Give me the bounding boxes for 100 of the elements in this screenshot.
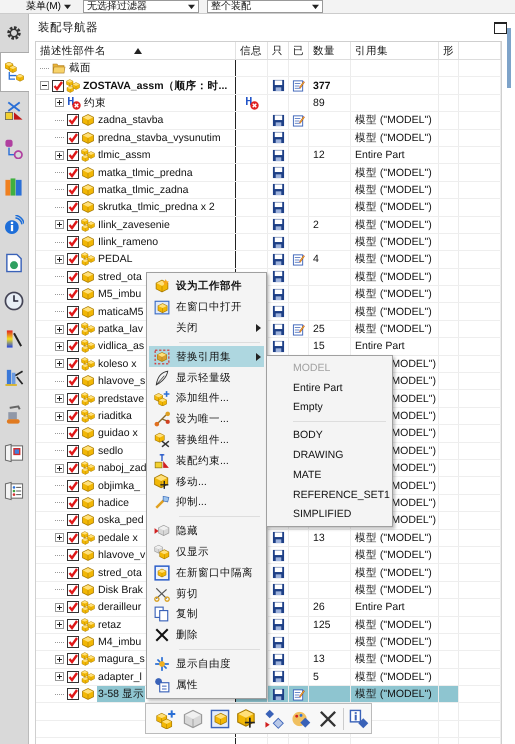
part-name[interactable]: matka_tlmic_predna <box>97 164 194 181</box>
menu-item[interactable]: Entire Part <box>269 378 390 398</box>
filter-dropdown[interactable]: 整个装配 <box>207 0 323 13</box>
menu-item[interactable]: 添加组件... <box>149 388 264 409</box>
menu-item[interactable]: 显示轻量级 <box>149 367 264 388</box>
table-row[interactable]: ZOSTAVA_assm（顺序：时... 377 <box>36 77 501 95</box>
checkbox[interactable] <box>67 184 79 196</box>
expand-toggle[interactable] <box>55 464 64 473</box>
expand-toggle[interactable] <box>55 254 64 264</box>
part-name[interactable]: 约束 <box>83 94 107 112</box>
menu-item[interactable]: 抑制... <box>149 492 264 513</box>
checkbox[interactable] <box>67 132 79 144</box>
expand-toggle[interactable] <box>55 342 64 351</box>
expand-toggle[interactable] <box>55 602 64 612</box>
part-name[interactable]: ZOSTAVA_assm（顺序：时... <box>82 77 228 94</box>
part-name[interactable]: stred_ota <box>97 268 143 286</box>
expand-toggle[interactable] <box>40 81 49 90</box>
column-header[interactable]: 形 <box>439 42 459 59</box>
part-name[interactable]: Disk Brak <box>97 582 144 598</box>
expand-toggle[interactable] <box>55 533 64 542</box>
checkbox[interactable] <box>67 462 79 474</box>
checkbox[interactable] <box>67 618 79 631</box>
table-row[interactable]: PEDAL 4 模型 ("MODEL") <box>36 251 501 269</box>
part-name[interactable]: magura_s <box>97 651 146 668</box>
checkbox[interactable] <box>67 496 79 509</box>
part-name[interactable]: M5_imbu <box>97 286 142 302</box>
checkbox[interactable] <box>67 392 79 405</box>
table-row[interactable]: 截面 <box>36 60 501 78</box>
checkbox[interactable] <box>67 688 79 700</box>
part-name[interactable]: Ilink_zavesenie <box>97 216 171 233</box>
part-name[interactable]: pedale x <box>97 530 139 546</box>
column-header[interactable]: 引用集 <box>351 42 439 59</box>
part-name[interactable]: 3-58 显示 <box>97 686 145 702</box>
part-name[interactable]: adapter_l <box>97 668 143 686</box>
part-name[interactable]: zadna_stavba <box>97 112 164 129</box>
menu-item[interactable]: 替换组件... <box>149 430 264 450</box>
column-header[interactable]: 只 <box>268 42 289 59</box>
checkbox[interactable] <box>67 218 79 231</box>
checkbox[interactable] <box>67 653 79 666</box>
part-name[interactable]: 截面 <box>68 60 92 76</box>
checkbox[interactable] <box>67 201 79 214</box>
menu-item[interactable]: 装配约束... <box>149 450 264 472</box>
checkbox[interactable] <box>67 236 79 248</box>
menu-item[interactable]: REFERENCE_SET1 <box>269 484 390 505</box>
checkbox[interactable] <box>67 514 79 526</box>
menu-item[interactable]: 在新窗口中隔离 <box>149 562 264 584</box>
checkbox[interactable] <box>67 114 79 126</box>
checkbox[interactable] <box>67 288 79 300</box>
table-row[interactable]: skrutka_tlmic_predna x 2 模型 ("MODEL") <box>36 199 501 217</box>
checkbox[interactable] <box>67 566 79 579</box>
table-row[interactable]: Ilink_zavesenie 2 模型 ("MODEL") <box>36 216 501 234</box>
checkbox[interactable] <box>67 670 79 683</box>
checkbox[interactable] <box>67 270 79 283</box>
checkbox[interactable] <box>67 149 79 162</box>
part-name[interactable]: koleso x <box>97 356 138 372</box>
checkbox[interactable] <box>67 532 79 544</box>
table-row[interactable]: Ilink_rameno 模型 ("MODEL") <box>36 234 501 252</box>
expand-toggle[interactable] <box>55 394 64 404</box>
part-name[interactable]: hadice <box>97 494 130 512</box>
checkbox[interactable] <box>67 601 79 614</box>
expand-toggle[interactable] <box>55 412 64 420</box>
part-name[interactable]: predstave <box>97 390 146 407</box>
checkbox[interactable] <box>67 636 79 648</box>
filter-dropdown[interactable]: 无选择过滤器 <box>83 0 199 13</box>
menu-item[interactable]: 移动... <box>149 471 264 492</box>
part-name[interactable]: PEDAL <box>97 251 134 268</box>
part-name[interactable]: stred_ota <box>97 564 143 581</box>
menu-item[interactable]: BODY <box>269 425 390 446</box>
toolbar-button[interactable] <box>235 706 258 730</box>
checkbox[interactable] <box>67 584 79 596</box>
checkbox[interactable] <box>67 549 79 562</box>
checkbox[interactable] <box>67 253 79 266</box>
part-name[interactable]: patka_lav <box>97 320 144 338</box>
part-name[interactable]: maticaM5 <box>97 303 145 320</box>
column-header[interactable]: 描述性部件名 <box>36 42 236 59</box>
menu-item[interactable]: Empty <box>269 398 390 418</box>
part-name[interactable]: Ilink_rameno <box>97 234 160 250</box>
checkbox[interactable] <box>67 410 79 422</box>
menu-item[interactable]: 替换引用集 <box>149 346 264 368</box>
part-name[interactable]: M4_imbu <box>97 634 142 650</box>
part-name[interactable]: derailleur <box>97 599 142 616</box>
expand-toggle[interactable] <box>55 359 64 368</box>
part-name[interactable]: sedlo <box>97 442 124 459</box>
expand-toggle[interactable] <box>55 620 64 630</box>
table-row[interactable]: tlmic_assm 12 Entire Part <box>36 146 501 164</box>
part-name[interactable]: hlavove_v <box>97 546 146 564</box>
checkbox[interactable] <box>67 427 79 440</box>
checkbox[interactable] <box>67 323 79 336</box>
table-row[interactable]: matka_tlmic_predna 模型 ("MODEL") <box>36 164 501 182</box>
menu-item[interactable]: 设为唯一... <box>149 408 264 430</box>
checkbox[interactable] <box>52 80 64 92</box>
part-name[interactable]: riaditka <box>97 408 133 424</box>
column-header[interactable]: 信息 <box>236 42 268 59</box>
table-row[interactable]: matka_tlmic_zadna 模型 ("MODEL") <box>36 182 501 200</box>
part-name[interactable]: tlmic_assm <box>97 146 152 164</box>
part-name[interactable]: retaz <box>97 616 122 633</box>
checkbox[interactable] <box>67 358 79 370</box>
menu-item[interactable]: MATE <box>269 464 390 485</box>
part-name[interactable]: guidao x <box>97 425 139 442</box>
menu-item[interactable]: DRAWING <box>269 445 390 465</box>
